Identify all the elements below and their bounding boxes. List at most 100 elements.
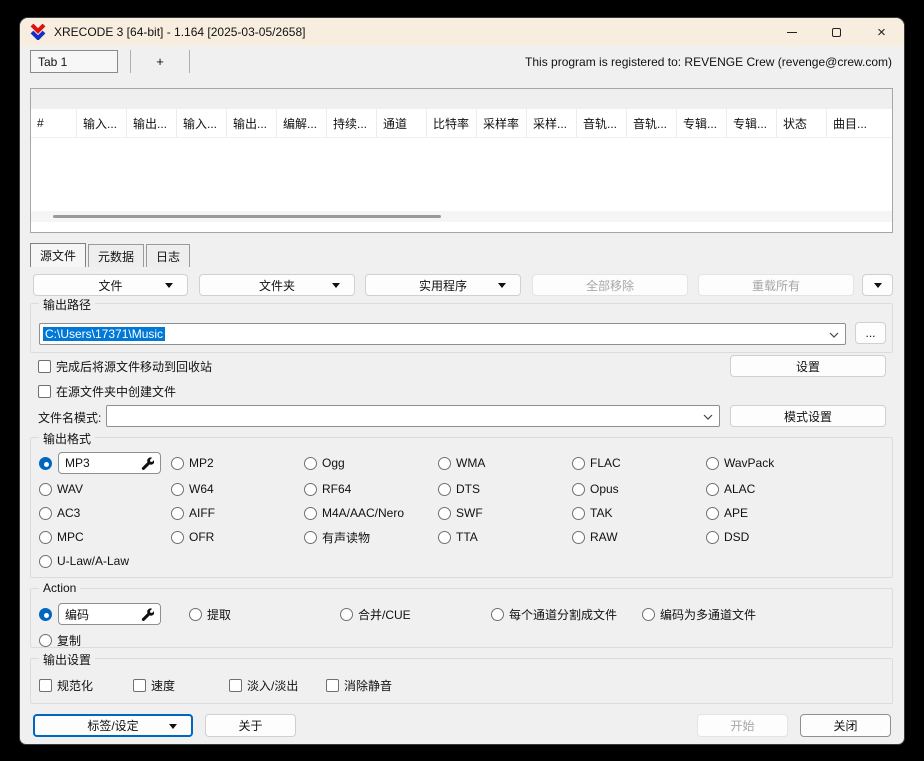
toolbar: 文件 文件夹 实用程序 全部移除 重载所有	[20, 274, 904, 298]
column-header[interactable]: 输出...	[227, 109, 277, 137]
tab-metadata[interactable]: 元数据	[88, 244, 144, 267]
chevron-down-icon	[165, 283, 173, 288]
format-option-w64[interactable]: W64	[171, 482, 304, 496]
minimize-button[interactable]	[769, 18, 814, 46]
utilities-menu-button[interactable]: 实用程序	[365, 274, 521, 296]
chevron-down-icon	[829, 332, 839, 338]
file-list-panel[interactable]: # 输入... 输出... 输入... 输出... 编解... 持续... 通道…	[30, 88, 893, 233]
format-option-audiobook[interactable]: 有声读物	[304, 529, 438, 546]
fade-in-out-checkbox[interactable]: 淡入/淡出	[229, 677, 326, 694]
action-option-copy[interactable]: 复制	[39, 632, 189, 649]
wrench-icon[interactable]	[141, 608, 154, 621]
view-tabs: 源文件 元数据 日志	[30, 243, 192, 267]
column-header[interactable]: 输入...	[177, 109, 227, 137]
format-option-swf[interactable]: SWF	[438, 506, 572, 520]
remove-all-button[interactable]: 全部移除	[532, 274, 688, 296]
action-option-split-per-channel[interactable]: 每个通道分割成文件	[491, 606, 642, 623]
radio-icon	[171, 483, 184, 496]
format-option-aiff[interactable]: AIFF	[171, 506, 304, 520]
add-tab-button[interactable]: +	[131, 50, 189, 73]
format-option-wavpack[interactable]: WavPack	[706, 456, 885, 470]
action-option-merge-cue[interactable]: 合并/CUE	[340, 606, 491, 623]
registration-text: This program is registered to: REVENGE C…	[525, 55, 892, 69]
column-header[interactable]: 通道	[377, 109, 427, 137]
remove-silence-checkbox[interactable]: 消除静音	[326, 677, 885, 694]
column-header[interactable]: 专辑...	[677, 109, 727, 137]
output-format-legend: 输出格式	[39, 430, 95, 447]
column-header[interactable]: 专辑...	[727, 109, 777, 137]
tags-settings-button[interactable]: 标签/设定	[33, 714, 193, 737]
column-header[interactable]: 音轨...	[577, 109, 627, 137]
format-option-dsd[interactable]: DSD	[706, 530, 885, 544]
column-header[interactable]: #	[31, 109, 77, 137]
normalize-checkbox[interactable]: 规范化	[39, 677, 133, 694]
browse-path-button[interactable]: ...	[855, 322, 886, 344]
file-menu-button[interactable]: 文件	[33, 274, 188, 296]
start-button[interactable]: 开始	[697, 714, 788, 737]
checkbox-icon	[39, 679, 52, 692]
move-to-recycle-checkbox[interactable]: 完成后将源文件移动到回收站	[38, 358, 212, 375]
close-window-button[interactable]: 关闭	[800, 714, 891, 737]
reload-all-button[interactable]: 重载所有	[698, 274, 854, 296]
tab-1[interactable]: Tab 1	[30, 50, 118, 73]
create-in-source-checkbox[interactable]: 在源文件夹中创建文件	[38, 383, 176, 400]
close-button[interactable]: ×	[859, 18, 904, 46]
radio-icon	[572, 507, 585, 520]
action-option-encode[interactable]: 编码	[39, 603, 189, 625]
format-option-mp3[interactable]: MP3	[39, 452, 171, 474]
format-option-mpc[interactable]: MPC	[39, 530, 171, 544]
filename-pattern-combobox[interactable]	[106, 405, 720, 427]
file-list-header: # 输入... 输出... 输入... 输出... 编解... 持续... 通道…	[31, 109, 892, 138]
format-option-ape[interactable]: APE	[706, 506, 885, 520]
action-option-encode-multichannel[interactable]: 编码为多通道文件	[642, 606, 885, 623]
more-options-button[interactable]	[862, 274, 893, 296]
format-option-flac[interactable]: FLAC	[572, 456, 706, 470]
format-option-m4a[interactable]: M4A/AAC/Nero	[304, 506, 438, 520]
format-option-alac[interactable]: ALAC	[706, 482, 885, 496]
about-button[interactable]: 关于	[205, 714, 296, 737]
speed-checkbox[interactable]: 速度	[133, 677, 229, 694]
selected-format-box[interactable]: MP3	[58, 452, 161, 474]
column-header[interactable]: 状态	[777, 109, 827, 137]
settings-button[interactable]: 设置	[730, 355, 886, 377]
format-option-opus[interactable]: Opus	[572, 482, 706, 496]
output-path-legend: 输出路径	[39, 296, 95, 313]
action-option-extract[interactable]: 提取	[189, 606, 340, 623]
chevron-down-icon	[498, 283, 506, 288]
format-option-mp2[interactable]: MP2	[171, 456, 304, 470]
format-option-wma[interactable]: WMA	[438, 456, 572, 470]
column-header[interactable]: 音轨...	[627, 109, 677, 137]
radio-icon	[189, 608, 202, 621]
column-header[interactable]: 比特率	[427, 109, 477, 137]
scrollbar-thumb[interactable]	[53, 215, 441, 218]
format-option-dts[interactable]: DTS	[438, 482, 572, 496]
format-option-wav[interactable]: WAV	[39, 482, 171, 496]
column-header[interactable]: 采样...	[527, 109, 577, 137]
format-option-ac3[interactable]: AC3	[39, 506, 171, 520]
horizontal-scrollbar[interactable]	[31, 211, 892, 222]
column-header[interactable]: 输出...	[127, 109, 177, 137]
radio-icon	[706, 457, 719, 470]
format-option-ofr[interactable]: OFR	[171, 530, 304, 544]
selected-action-box[interactable]: 编码	[58, 603, 161, 625]
format-option-raw[interactable]: RAW	[572, 530, 706, 544]
wrench-icon[interactable]	[141, 457, 154, 470]
column-header[interactable]: 持续...	[327, 109, 377, 137]
radio-icon	[39, 531, 52, 544]
format-option-rf64[interactable]: RF64	[304, 482, 438, 496]
folder-menu-button[interactable]: 文件夹	[199, 274, 355, 296]
format-option-ogg[interactable]: Ogg	[304, 456, 438, 470]
format-option-tak[interactable]: TAK	[572, 506, 706, 520]
column-header[interactable]: 输入...	[77, 109, 127, 137]
column-header[interactable]: 曲目...	[827, 109, 892, 137]
format-option-ulaw-alaw[interactable]: U-Law/A-Law	[39, 554, 171, 568]
tab-log[interactable]: 日志	[146, 244, 190, 267]
file-list-body[interactable]	[31, 138, 892, 211]
maximize-button[interactable]	[814, 18, 859, 46]
column-header[interactable]: 采样率	[477, 109, 527, 137]
pattern-settings-button[interactable]: 模式设置	[730, 405, 886, 427]
output-path-combobox[interactable]: C:\Users\17371\Music	[39, 323, 846, 345]
column-header[interactable]: 编解...	[277, 109, 327, 137]
tab-source-files[interactable]: 源文件	[30, 243, 86, 267]
format-option-tta[interactable]: TTA	[438, 530, 572, 544]
